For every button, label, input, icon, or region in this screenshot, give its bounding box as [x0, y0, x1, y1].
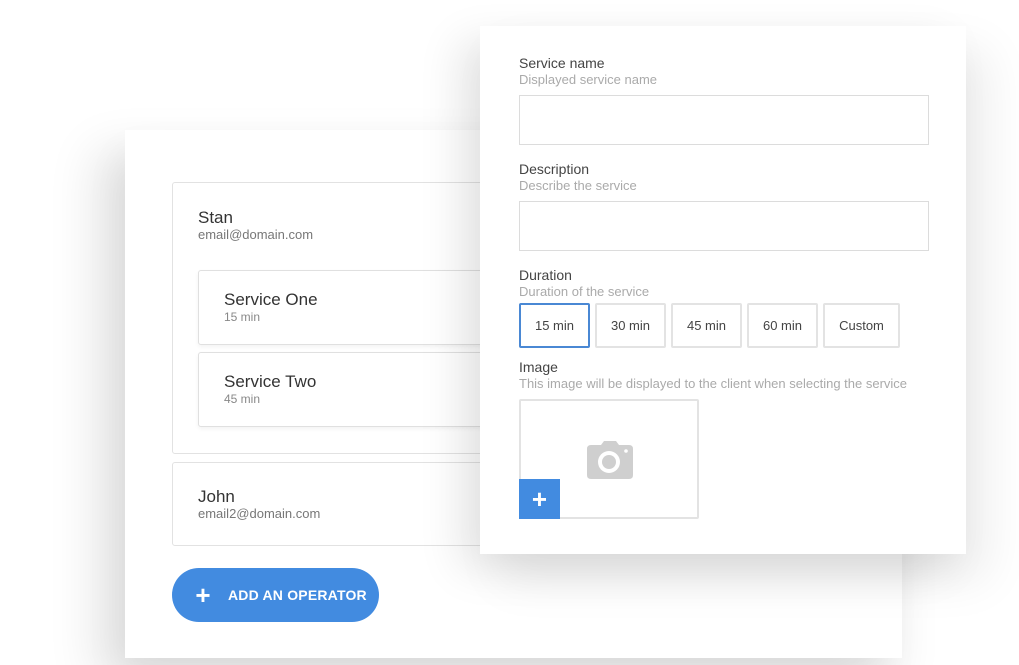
- duration-option-45[interactable]: 45 min: [671, 303, 742, 348]
- plus-icon: +: [195, 580, 211, 610]
- duration-label: Duration: [519, 267, 572, 283]
- service-name: Service One: [224, 290, 318, 309]
- service-name-label: Service name: [519, 55, 605, 71]
- image-label: Image: [519, 359, 558, 375]
- operator-name: John: [198, 487, 235, 506]
- duration-option-custom[interactable]: Custom: [823, 303, 900, 348]
- image-upload-box[interactable]: +: [519, 399, 699, 519]
- add-operator-button[interactable]: + ADD AN OPERATOR: [172, 568, 379, 622]
- duration-option-60[interactable]: 60 min: [747, 303, 818, 348]
- duration-options: 15 min 30 min 45 min 60 min Custom: [519, 303, 900, 348]
- service-duration: 15 min: [224, 310, 261, 324]
- description-input[interactable]: [519, 201, 929, 251]
- image-hint: This image will be displayed to the clie…: [519, 376, 908, 391]
- description-hint: Describe the service: [519, 178, 637, 193]
- operator-email: email2@domain.com: [198, 506, 321, 521]
- camera-icon: [587, 441, 633, 479]
- service-name: Service Two: [224, 372, 317, 391]
- add-image-button[interactable]: +: [519, 479, 560, 519]
- duration-hint: Duration of the service: [519, 284, 650, 299]
- service-duration: 45 min: [224, 392, 261, 406]
- service-form-panel: Service name Displayed service name Desc…: [480, 26, 966, 554]
- duration-option-30[interactable]: 30 min: [595, 303, 666, 348]
- add-operator-label: ADD AN OPERATOR: [228, 587, 367, 603]
- service-name-hint: Displayed service name: [519, 72, 658, 87]
- description-label: Description: [519, 161, 590, 177]
- operator-email: email@domain.com: [198, 227, 314, 242]
- operator-name: Stan: [198, 208, 233, 227]
- service-name-input[interactable]: [519, 95, 929, 145]
- duration-option-15[interactable]: 15 min: [519, 303, 590, 348]
